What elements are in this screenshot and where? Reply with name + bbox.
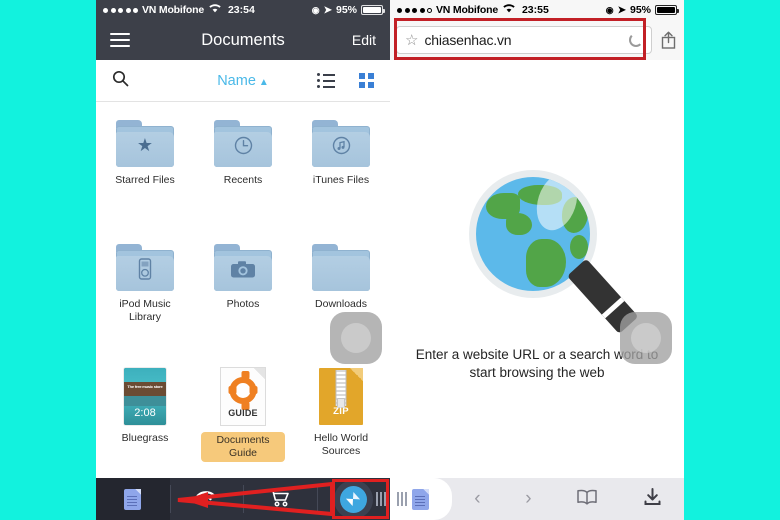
- left-nav-bar: Documents Edit: [96, 20, 390, 60]
- file-label: Photos: [226, 298, 260, 310]
- bookmarks-button[interactable]: [576, 489, 598, 510]
- ipod-icon: [116, 258, 174, 283]
- sort-label: Name: [217, 72, 256, 89]
- location-services-icon: ◉: [605, 4, 614, 15]
- signal-strength-icon: [397, 7, 432, 13]
- file-label: Bluegrass: [121, 432, 169, 444]
- document-icon: [124, 488, 142, 510]
- edit-button[interactable]: Edit: [352, 32, 376, 48]
- url-value: chiasenhac.vn: [424, 32, 512, 48]
- url-input[interactable]: ☆ chiasenhac.vn: [396, 26, 652, 54]
- right-status-bar: VN Mobifone 23:55 ◉ ➤ 95%: [390, 0, 684, 20]
- star-icon[interactable]: ☆: [405, 31, 418, 49]
- camera-icon: [214, 260, 272, 282]
- file-item-documents-guide[interactable]: GUIDE Documents Guide: [194, 358, 292, 482]
- wifi-icon: [503, 4, 515, 16]
- folder-icon: [312, 244, 370, 291]
- sidebar-item-network[interactable]: [169, 478, 244, 520]
- downloads-button[interactable]: [643, 487, 662, 511]
- media-thumbnail: The free music store 2:08: [124, 368, 166, 425]
- file-grid: ★ Starred Files Recents iTunes Files iPo…: [96, 102, 390, 478]
- battery-icon: [655, 5, 679, 15]
- location-arrow-icon: ➤: [323, 4, 332, 16]
- file-label: Starred Files: [115, 174, 175, 186]
- search-icon[interactable]: [112, 70, 129, 92]
- touch-indicator-overlay: [330, 312, 382, 364]
- document-icon: GUIDE: [221, 368, 265, 425]
- folder-icon: [214, 120, 272, 167]
- zip-badge: ZIP: [333, 406, 349, 417]
- clock-icon: [214, 136, 272, 158]
- left-phone-documents-app: VN Mobifone 23:54 ◉ ➤ 95% Documents Edit…: [96, 0, 390, 520]
- chevron-up-icon: ▲: [258, 76, 269, 88]
- forward-button[interactable]: ›: [525, 488, 531, 510]
- folder-icon: [214, 244, 272, 291]
- folder-icon: [116, 244, 174, 291]
- location-services-icon: ◉: [311, 4, 320, 15]
- folder-icon: [312, 120, 370, 167]
- file-label: Hello World Sources: [313, 432, 369, 457]
- location-arrow-icon: ➤: [617, 4, 626, 16]
- duration-label: 2:08: [134, 407, 156, 419]
- clock-label: 23:55: [521, 4, 549, 16]
- music-note-icon: [312, 136, 370, 158]
- grid-view-icon[interactable]: [359, 73, 374, 88]
- list-view-icon[interactable]: [317, 73, 335, 88]
- document-icon: [412, 488, 429, 510]
- file-label: iTunes Files: [312, 174, 370, 186]
- file-item-bluegrass[interactable]: The free music store 2:08 Bluegrass: [96, 358, 194, 482]
- battery-percent-label: 95%: [629, 4, 651, 16]
- drag-handle-icon[interactable]: [397, 492, 407, 506]
- carrier-label: VN Mobifone: [142, 4, 204, 16]
- file-item-recents[interactable]: Recents: [194, 110, 292, 234]
- file-label: iPod Music Library: [119, 298, 171, 323]
- file-item-ipod-music[interactable]: iPod Music Library: [96, 234, 194, 358]
- browser-empty-state: Enter a website URL or a search word to …: [390, 60, 684, 498]
- sidebar-item-documents[interactable]: [96, 478, 170, 520]
- star-icon: ★: [136, 135, 154, 155]
- zip-archive-icon: ZIP: [319, 368, 363, 425]
- hamburger-icon[interactable]: [110, 33, 130, 47]
- touch-indicator-overlay: [620, 312, 672, 364]
- left-toolbar: Name ▲: [96, 60, 390, 102]
- cart-icon: [268, 489, 291, 510]
- battery-icon: [361, 5, 385, 15]
- battery-percent-label: 95%: [335, 4, 357, 16]
- file-label: Recents: [223, 174, 263, 186]
- file-item-photos[interactable]: Photos: [194, 234, 292, 358]
- left-status-bar: VN Mobifone 23:54 ◉ ➤ 95%: [96, 0, 390, 20]
- right-bottom-bar: ‹ ›: [390, 478, 684, 520]
- file-item-hello-world-sources[interactable]: ZIP Hello World Sources: [292, 358, 390, 482]
- back-button[interactable]: ‹: [474, 488, 480, 510]
- clock-label: 23:54: [227, 4, 255, 16]
- wifi-icon: [195, 489, 217, 510]
- folder-icon: ★: [116, 120, 174, 167]
- carrier-label: VN Mobifone: [436, 4, 498, 16]
- browser-tab-highlight-box: [332, 479, 389, 519]
- signal-strength-icon: [103, 7, 138, 13]
- guide-badge: GUIDE: [228, 408, 258, 418]
- page-title: Documents: [201, 30, 285, 49]
- right-phone-browser-app: VN Mobifone 23:55 ◉ ➤ 95% ☆ chiasenhac.v…: [390, 0, 684, 520]
- loading-spinner-icon: [629, 33, 643, 47]
- file-label: Documents Guide: [201, 432, 285, 462]
- file-item-starred[interactable]: ★ Starred Files: [96, 110, 194, 234]
- right-url-bar: ☆ chiasenhac.vn: [390, 20, 684, 60]
- file-item-itunes[interactable]: iTunes Files: [292, 110, 390, 234]
- dual-phone-screenshot: VN Mobifone 23:54 ◉ ➤ 95% Documents Edit…: [96, 0, 684, 520]
- documents-button[interactable]: [390, 478, 452, 520]
- file-label: Downloads: [315, 298, 367, 310]
- sidebar-item-store[interactable]: [243, 478, 317, 520]
- wifi-icon: [209, 4, 221, 16]
- globe-magnifier-icon: [457, 170, 639, 340]
- share-icon[interactable]: [658, 31, 678, 49]
